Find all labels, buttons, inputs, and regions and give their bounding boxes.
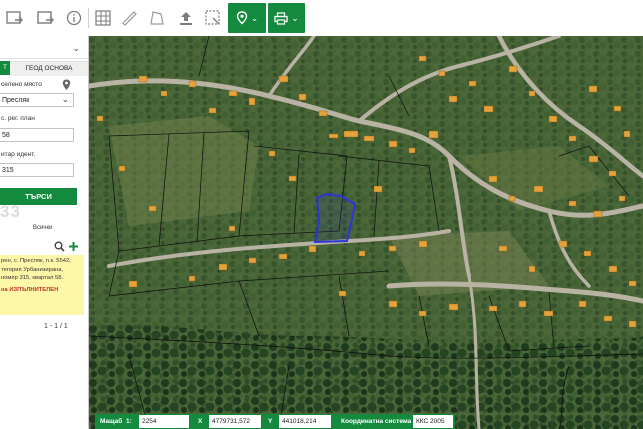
all-filter-label[interactable]: Всички — [33, 225, 52, 231]
upload-icon[interactable] — [174, 6, 198, 30]
highlighted-parcel — [313, 192, 357, 244]
toolbar-separator — [88, 8, 89, 28]
y-label: Y — [268, 418, 273, 425]
result-status: на ИЗПЪЛНИТЕЛЕН — [1, 286, 59, 293]
tab-geodetic-base[interactable]: ГЕОД ОСНОВА — [10, 61, 88, 76]
location-pin-icon[interactable] — [62, 79, 71, 91]
x-label: X — [198, 418, 203, 425]
settlement-value: Пресляк — [2, 97, 30, 104]
area-icon[interactable] — [145, 6, 169, 30]
chevron-down-icon: ⌄ — [72, 43, 80, 53]
result-line: номер 315, квартал 58. — [1, 275, 64, 282]
crs-select[interactable]: ККС 2005 — [413, 415, 453, 428]
settlement-label: селено място — [1, 81, 42, 88]
location-icon — [236, 11, 247, 25]
select-icon[interactable] — [201, 6, 225, 30]
tab-cadastre[interactable]: Т — [0, 61, 10, 75]
zoom-search-icon[interactable] — [54, 241, 65, 252]
panel-tabs: Т ГЕОД ОСНОВА — [0, 61, 88, 76]
scale-label: Мащаб — [100, 418, 123, 425]
grid-icon[interactable] — [91, 6, 115, 30]
result-pager: 1 - 1 / 1 — [44, 323, 68, 330]
layers-in-icon[interactable] — [3, 6, 27, 30]
print-button[interactable]: ⌄ — [268, 3, 305, 33]
result-tools — [54, 241, 79, 252]
info-icon[interactable] — [62, 6, 86, 30]
plan-field[interactable]: 58 — [0, 128, 74, 142]
plan-label: с. рег. план — [1, 115, 35, 122]
layers-out-icon[interactable] — [34, 6, 58, 30]
coordinate-status-bar: Мащаб 1: 2254 X 4779731,572 Y 441018,214… — [95, 414, 455, 429]
crs-label: Координатна система — [341, 418, 412, 425]
scale-field[interactable]: 2254 — [139, 415, 189, 428]
panel-header[interactable]: ⌄ — [0, 38, 88, 59]
result-line: рен, с. Пресляк, п.к. 5542, — [1, 258, 71, 264]
x-coordinate: 4779731,572 — [209, 415, 261, 428]
location-button[interactable]: ⌄ — [228, 3, 266, 33]
identifier-field[interactable]: 315 — [0, 163, 74, 177]
map-view[interactable] — [89, 36, 643, 429]
settlement-select[interactable]: Пресляк ⌄ — [0, 93, 74, 107]
y-coordinate: 441018,214 — [279, 415, 331, 428]
add-icon[interactable] — [68, 241, 79, 252]
result-line: тегория Урбанизирана, — [1, 266, 64, 273]
scale-prefix: 1: — [126, 418, 132, 425]
ruler-icon[interactable] — [117, 6, 141, 30]
print-icon — [274, 11, 288, 25]
chevron-down-icon: ⌄ — [250, 12, 259, 23]
captcha-text: 33 — [0, 202, 21, 221]
search-result-item[interactable]: рен, с. Пресляк, п.к. 5542, тегория Урба… — [0, 255, 84, 315]
chevron-down-icon: ⌄ — [61, 94, 69, 104]
toolbar: ⌄ ⌄ — [0, 0, 643, 37]
search-panel: ⌄ Т ГЕОД ОСНОВА селено място Пресляк ⌄ с… — [0, 36, 89, 429]
identifier-label: итар идент. — [1, 151, 36, 158]
chevron-down-icon: ⌄ — [291, 12, 299, 23]
